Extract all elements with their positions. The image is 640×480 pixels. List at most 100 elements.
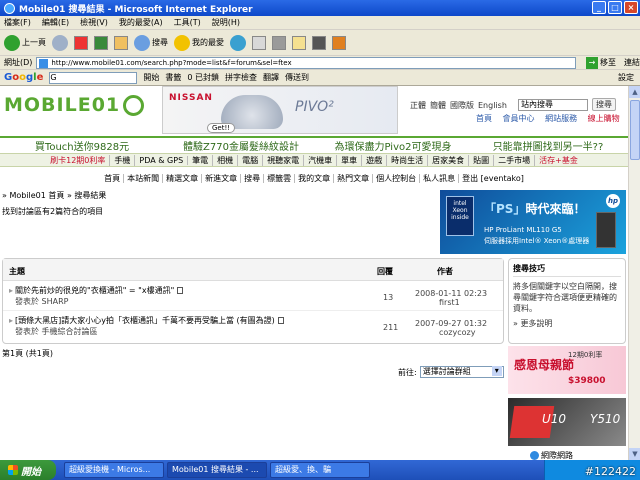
print-icon[interactable] (272, 35, 286, 50)
stop-icon[interactable] (74, 35, 88, 50)
maximize-button[interactable]: □ (608, 1, 622, 14)
menu-edit[interactable]: 編輯(E) (42, 17, 69, 28)
scroll-up-icon[interactable]: ▲ (629, 86, 640, 98)
google-settings-button[interactable]: 設定 (618, 72, 634, 83)
scroll-thumb[interactable] (630, 100, 640, 160)
banner-get-button[interactable]: Get!! (207, 123, 236, 133)
menu-file[interactable]: 檔案(F) (4, 17, 31, 28)
hp-server-ad[interactable]: intel Xeon inside 「PS」時代來臨！ HP ProLiant … (440, 190, 626, 254)
cat-home[interactable]: 居家美食 (428, 154, 470, 166)
nav-home[interactable]: 首頁 (476, 114, 492, 123)
send-to-button[interactable]: 傳送到 (285, 72, 309, 83)
subnav-my-posts[interactable]: 我的文章 (295, 174, 335, 183)
minimize-button[interactable]: _ (592, 1, 606, 14)
cat-fund[interactable]: 活存+基金 (535, 155, 582, 166)
subnav-hot[interactable]: 熱門文章 (334, 174, 374, 183)
nissan-banner-ad[interactable]: NISSAN PIVO² Get!! (162, 86, 398, 134)
menu-view[interactable]: 檢視(V) (80, 17, 108, 28)
cat-games[interactable]: 遊戲 (362, 154, 388, 166)
laptop-ad[interactable]: U10 Y510 (508, 398, 626, 446)
subnav-tags[interactable]: 標籤雲 (264, 174, 296, 183)
nav-services[interactable]: 網站服務 (545, 114, 577, 123)
result-forum[interactable]: 發表於 手機綜合討論區 (15, 326, 98, 337)
mothers-day-ad[interactable]: 感恩母親節 12期0利率 $39800 (508, 346, 626, 394)
links-label[interactable]: 連結 (624, 57, 640, 68)
refresh-icon[interactable] (94, 35, 108, 50)
task-button-active[interactable]: Mobile01 搜尋結果 - ... (167, 462, 267, 478)
cat-av[interactable]: 視聽家電 (263, 154, 305, 166)
site-logo[interactable]: MOBILE01 (4, 94, 145, 116)
menu-favorites[interactable]: 我的最愛(A) (119, 17, 163, 28)
cat-pda-gps[interactable]: PDA & GPS (135, 155, 189, 165)
cat-pics[interactable]: 貼圖 (469, 154, 495, 166)
subnav-search[interactable]: 搜尋 (241, 174, 265, 183)
subnav-featured[interactable]: 精選文章 (163, 174, 203, 183)
task-button[interactable]: 超級愛、換、騙 (270, 462, 370, 478)
spellcheck-button[interactable]: 拼字檢查 (225, 72, 257, 83)
address-input[interactable]: http://www.mobile01.com/search.php?mode=… (36, 56, 577, 69)
promo-link[interactable]: 體驗Z770金屬髮絲紋設計 (164, 138, 318, 153)
forum-select[interactable]: 選擇討論群組 (419, 366, 504, 378)
search-icon (134, 34, 150, 51)
cat-computer[interactable]: 電腦 (238, 154, 264, 166)
subnav-control-panel[interactable]: 個人控制台 (373, 174, 421, 183)
edit-icon[interactable] (292, 35, 306, 50)
promo-link[interactable]: 為環保盡力Pivo2可愛現身 (318, 138, 468, 153)
scroll-down-icon[interactable]: ▼ (629, 448, 640, 460)
result-title-link[interactable]: 關於先前炒的很兇的"衣櫃通訊" = "x樓通訊" (9, 285, 184, 296)
research-icon[interactable] (332, 35, 346, 50)
search-button[interactable]: 搜尋 (134, 34, 168, 51)
subnav-logout[interactable]: 登出 [eventako] (459, 174, 527, 183)
lang-international[interactable]: 國際版 (450, 101, 474, 110)
google-search-input[interactable]: G (49, 71, 138, 84)
start-button[interactable]: 開始 (0, 460, 56, 480)
cat-camera[interactable]: 相機 (213, 154, 239, 166)
lang-traditional[interactable]: 正體 (410, 101, 426, 110)
back-button[interactable]: 上一頁 (4, 34, 46, 51)
subnav-new[interactable]: 新進文章 (202, 174, 242, 183)
cat-notebook[interactable]: 筆電 (188, 154, 214, 166)
popup-blocked-counter[interactable]: 0 已封鎖 (187, 72, 219, 83)
forward-arrow-icon[interactable] (52, 34, 68, 51)
messenger-icon[interactable] (312, 35, 326, 50)
home-icon[interactable] (114, 35, 128, 50)
nav-shopping[interactable]: 線上購物 (588, 114, 620, 123)
result-author[interactable]: cozycozy (439, 328, 475, 337)
vertical-scrollbar[interactable]: ▲ ▼ (628, 86, 640, 460)
subnav-home[interactable]: 首頁 (101, 174, 125, 183)
tips-body: 將多個關鍵字以空白隔開，搜尋關鍵字符合選項便更精確的資料。 (513, 282, 617, 313)
promo-link[interactable]: 買Touch送你9828元 (0, 138, 164, 153)
translate-button[interactable]: 翻譯 (263, 72, 279, 83)
close-button[interactable]: × (624, 1, 638, 14)
cat-fashion[interactable]: 時尚生活 (387, 154, 429, 166)
menu-help[interactable]: 說明(H) (212, 17, 240, 28)
menu-tools[interactable]: 工具(T) (174, 17, 201, 28)
google-bookmarks-button[interactable]: 書籤 (165, 72, 181, 83)
cat-car[interactable]: 汽機車 (304, 154, 338, 166)
result-forum[interactable]: 發表於 SHARP (15, 296, 69, 307)
google-start-button[interactable]: 開始 (143, 72, 159, 83)
cat-secondhand[interactable]: 二手市場 (494, 154, 536, 166)
site-search-button[interactable]: 搜尋 (592, 98, 616, 111)
lang-simplified[interactable]: 簡體 (430, 101, 446, 110)
history-icon[interactable] (230, 34, 246, 51)
tips-more-link[interactable]: » 更多說明 (513, 318, 621, 329)
cat-installment[interactable]: 刷卡12期0利率 (46, 154, 111, 166)
breadcrumb[interactable]: » Mobile01 首頁 » 搜尋結果 (2, 190, 106, 201)
subnav-news[interactable]: 本站新聞 (124, 174, 164, 183)
favorites-button[interactable]: 我的最愛 (174, 34, 224, 51)
result-author[interactable]: first1 (439, 298, 460, 307)
result-title-link[interactable]: [頭條大黑店]請大家小心y拍「衣櫃通訊」千萬不要再受騙上當 (有圖為證) (9, 315, 284, 326)
site-search-input[interactable]: 站內搜尋 (518, 99, 588, 111)
nav-member-center[interactable]: 會員中心 (503, 114, 535, 123)
promo-link[interactable]: 只能靠拼圖找到另一半?? (468, 138, 628, 153)
header-author: 作者 (437, 267, 453, 276)
cat-phone[interactable]: 手機 (110, 154, 136, 166)
task-button[interactable]: 超級愛換機 - Micros... (64, 462, 164, 478)
lang-english[interactable]: English (478, 101, 507, 110)
mail-icon[interactable] (252, 35, 266, 50)
subnav-messages[interactable]: 私人訊息 (420, 174, 460, 183)
table-row: 關於先前炒的很兇的"衣櫃通訊" = "x樓通訊" 發表於 SHARP 13 20… (3, 281, 503, 311)
go-button[interactable]: → 移至 (586, 56, 616, 69)
cat-bike[interactable]: 單車 (337, 154, 363, 166)
